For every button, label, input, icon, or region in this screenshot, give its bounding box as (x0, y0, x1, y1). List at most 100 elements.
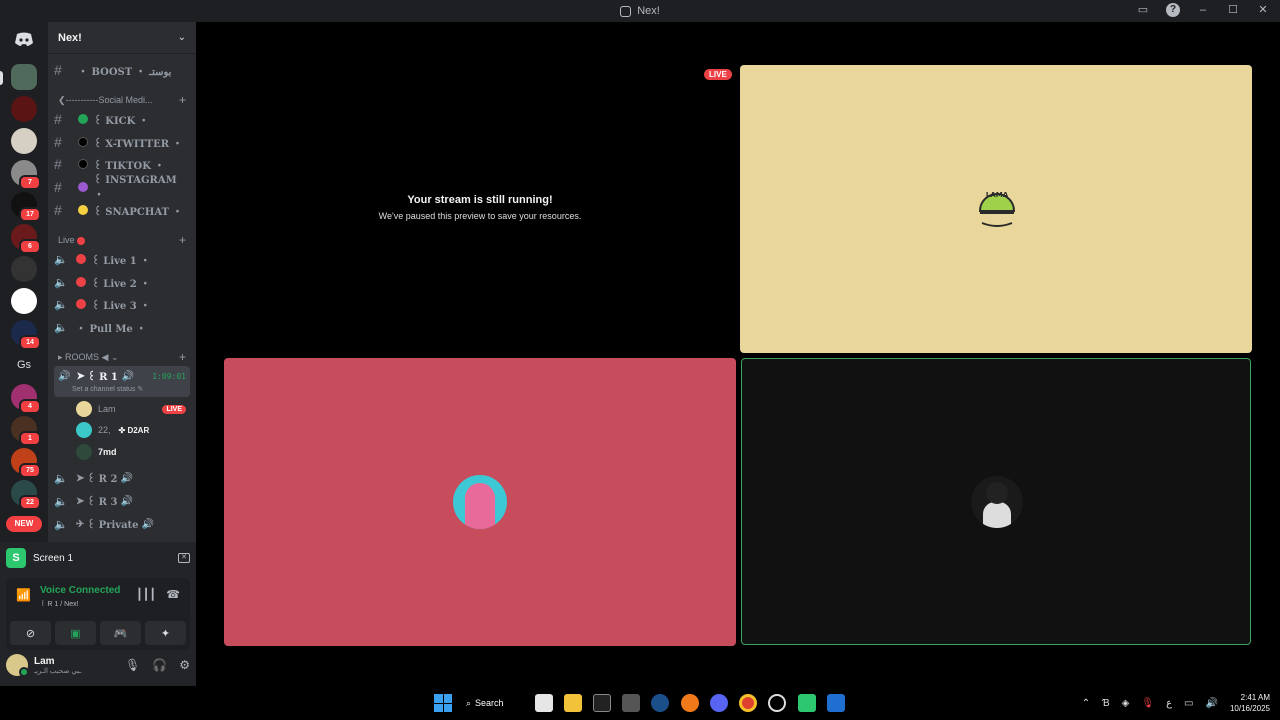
voice-channel-r3[interactable]: 🔈 ➤ ꒰ R 3 🔊 (54, 491, 190, 511)
voice-user-name: Lam (98, 404, 116, 414)
server-icon[interactable] (11, 64, 37, 90)
soundboard-button[interactable]: ✦ (145, 621, 186, 645)
channel-snapchat[interactable]: # ꒰ SNAPCHAT ・ (54, 200, 190, 220)
server-icon[interactable]: 6 (11, 224, 41, 254)
server-icon[interactable]: 17 (11, 192, 41, 222)
channel-kick[interactable]: # ꒰ KICK ・ (54, 109, 190, 129)
server-icon[interactable]: 75 (11, 448, 41, 478)
voice-channel-path[interactable]: ꒰ R 1 / Nex! (40, 598, 79, 608)
new-badge[interactable]: NEW (6, 516, 42, 532)
airplane-icon: ✈ (76, 518, 85, 530)
server-icon[interactable] (11, 256, 37, 282)
server-icon[interactable]: 14 (11, 320, 41, 350)
taskbar-search[interactable]: ⌕ Search (466, 693, 522, 713)
voice-user-name: 22, (98, 425, 111, 435)
hash-icon: # (54, 62, 62, 78)
microphone-icon[interactable]: 🎙 (1141, 698, 1154, 709)
avatar[interactable] (6, 654, 29, 677)
epic-games-icon[interactable] (593, 694, 611, 712)
file-explorer-icon[interactable] (564, 694, 582, 712)
activity-button[interactable]: 🎮 (100, 621, 141, 645)
share-screen-button[interactable]: ▣ (55, 621, 96, 645)
server-icon[interactable]: 1 (11, 416, 41, 446)
add-channel-icon[interactable]: + (179, 350, 186, 364)
clock[interactable]: 2:41 AM 10/16/2025 (1230, 692, 1270, 714)
voice-channel-r1-active[interactable]: 🔊 ➤ ꒰ R 1 🔊 1:09:01 Set a channel status… (54, 366, 190, 397)
steam-icon[interactable] (651, 694, 669, 712)
volume-icon[interactable]: 🔊 (1206, 698, 1218, 709)
settings-icon[interactable] (768, 694, 786, 712)
speaker-icon: 🔈 (54, 320, 68, 334)
voice-connected-label[interactable]: Voice Connected (40, 585, 120, 596)
voice-user[interactable]: 7md (76, 443, 190, 461)
tray-app-icon[interactable]: Ɓ (1102, 698, 1110, 709)
network-icon[interactable]: ▭ (1184, 698, 1193, 709)
category-social-media[interactable]: ❮-----------Social Medi... + (58, 92, 186, 108)
app-icon[interactable] (798, 694, 816, 712)
add-channel-icon[interactable]: + (179, 93, 186, 107)
voice-user[interactable]: 22, ✜ D2AR (76, 421, 190, 439)
maximize-button[interactable]: ☐ (1226, 3, 1240, 17)
voice-channel-r2[interactable]: 🔈 ➤ ꒰ R 2 🔊 (54, 468, 190, 488)
server-icon[interactable]: 22 (11, 480, 41, 510)
disconnect-icon[interactable]: ☎ (166, 588, 180, 601)
server-icon[interactable] (11, 96, 37, 122)
voice-channel-live-3[interactable]: 🔈 ꒰ Live 3 ・ (54, 294, 190, 314)
voice-channel-live-2[interactable]: 🔈 ꒰ Live 2 ・ (54, 272, 190, 292)
channel-status[interactable]: Set a channel status ✎ (72, 385, 143, 393)
channel-label: ꒰ R 1 (87, 371, 118, 383)
calendar-app-icon[interactable] (535, 694, 553, 712)
voice-channel-pull-me[interactable]: 🔈 ・ Pull Me ・ (54, 317, 190, 337)
voice-channel-private[interactable]: 🔈 ✈ ꒰ Private 🔊 (54, 514, 190, 534)
video-tile-7md[interactable] (741, 358, 1251, 645)
server-icon[interactable]: 4 (11, 384, 41, 414)
channel-instagram[interactable]: # ꒰ INSTAGRAM ・ (54, 175, 190, 201)
red-dot-icon (76, 299, 86, 309)
current-user-info[interactable]: Lam ـبي صحبب الـريـ (34, 656, 81, 675)
server-header[interactable]: Nex! ⌄ (48, 22, 196, 54)
close-button[interactable]: ✕ (1256, 3, 1270, 17)
server-icon[interactable] (11, 288, 37, 314)
video-tile-lam[interactable]: LAMA (740, 65, 1252, 353)
noise-suppression-icon[interactable]: ┃┃┃ (136, 588, 156, 601)
screen-share-row[interactable]: S Screen 1 ✕ (6, 546, 190, 570)
play-icon: ➤ (76, 472, 85, 484)
chevron-up-icon[interactable]: ⌃ (1082, 698, 1090, 709)
microphone-icon[interactable]: 🎙 (125, 658, 140, 672)
voice-user[interactable]: Lam LIVE (76, 400, 190, 418)
language-indicator[interactable]: ع (1166, 698, 1172, 709)
server-icon[interactable]: 7 (11, 160, 41, 190)
play-icon: ➤ (76, 370, 85, 382)
tray-app-icon[interactable]: ◈ (1122, 698, 1130, 709)
server-icon[interactable] (11, 128, 37, 154)
discord-window: Nex! ▭ ? – ☐ ✕ 7 17 6 14 Gs 4 1 75 22 NE… (0, 0, 1280, 720)
camera-off-button[interactable]: ⊘ (10, 621, 51, 645)
add-channel-icon[interactable]: + (179, 233, 186, 247)
channel-x-twitter[interactable]: # ꒰ X-TWITTER ・ (54, 132, 190, 152)
stop-stream-icon[interactable]: ✕ (178, 553, 190, 563)
headphones-icon[interactable]: 🎧 (152, 658, 167, 672)
chrome-icon[interactable] (739, 694, 757, 712)
channel-tiktok[interactable]: # ꒰ TIKTOK ・ (54, 154, 190, 174)
discord-icon[interactable] (710, 694, 728, 712)
screen-share-icon[interactable]: ▭ (1136, 3, 1150, 17)
system-tray: ⌃ Ɓ ◈ 🎙 ع ▭ 🔊 2:41 AM 10/16/2025 (1082, 692, 1270, 714)
video-tile-22[interactable] (224, 358, 736, 646)
server-icon[interactable]: Gs (11, 352, 37, 378)
channel-sidebar: Nex! ⌄ # ・ BOOST ・ بوستـ ❮-----------Soc… (48, 22, 196, 542)
help-icon[interactable]: ? (1166, 3, 1180, 17)
clock-time: 2:41 AM (1240, 693, 1270, 702)
channel-label: ꒰ Private (87, 519, 139, 531)
voice-channel-live-1[interactable]: 🔈 ꒰ Live 1 ・ (54, 249, 190, 269)
app-icon[interactable] (827, 694, 845, 712)
firefox-icon[interactable] (681, 694, 699, 712)
app-icon[interactable] (622, 694, 640, 712)
signal-icon[interactable]: 📶 (16, 588, 31, 602)
minimize-button[interactable]: – (1196, 3, 1210, 17)
category-live[interactable]: Live + (58, 232, 186, 248)
channel-boost[interactable]: # ・ BOOST ・ بوستـ (54, 60, 190, 80)
category-rooms[interactable]: ▸ ROOMS ◀ ⌄ + (58, 349, 186, 365)
gear-icon[interactable]: ⚙ (179, 658, 190, 672)
windows-start-icon[interactable] (434, 694, 452, 712)
discord-home-icon[interactable] (11, 26, 37, 52)
